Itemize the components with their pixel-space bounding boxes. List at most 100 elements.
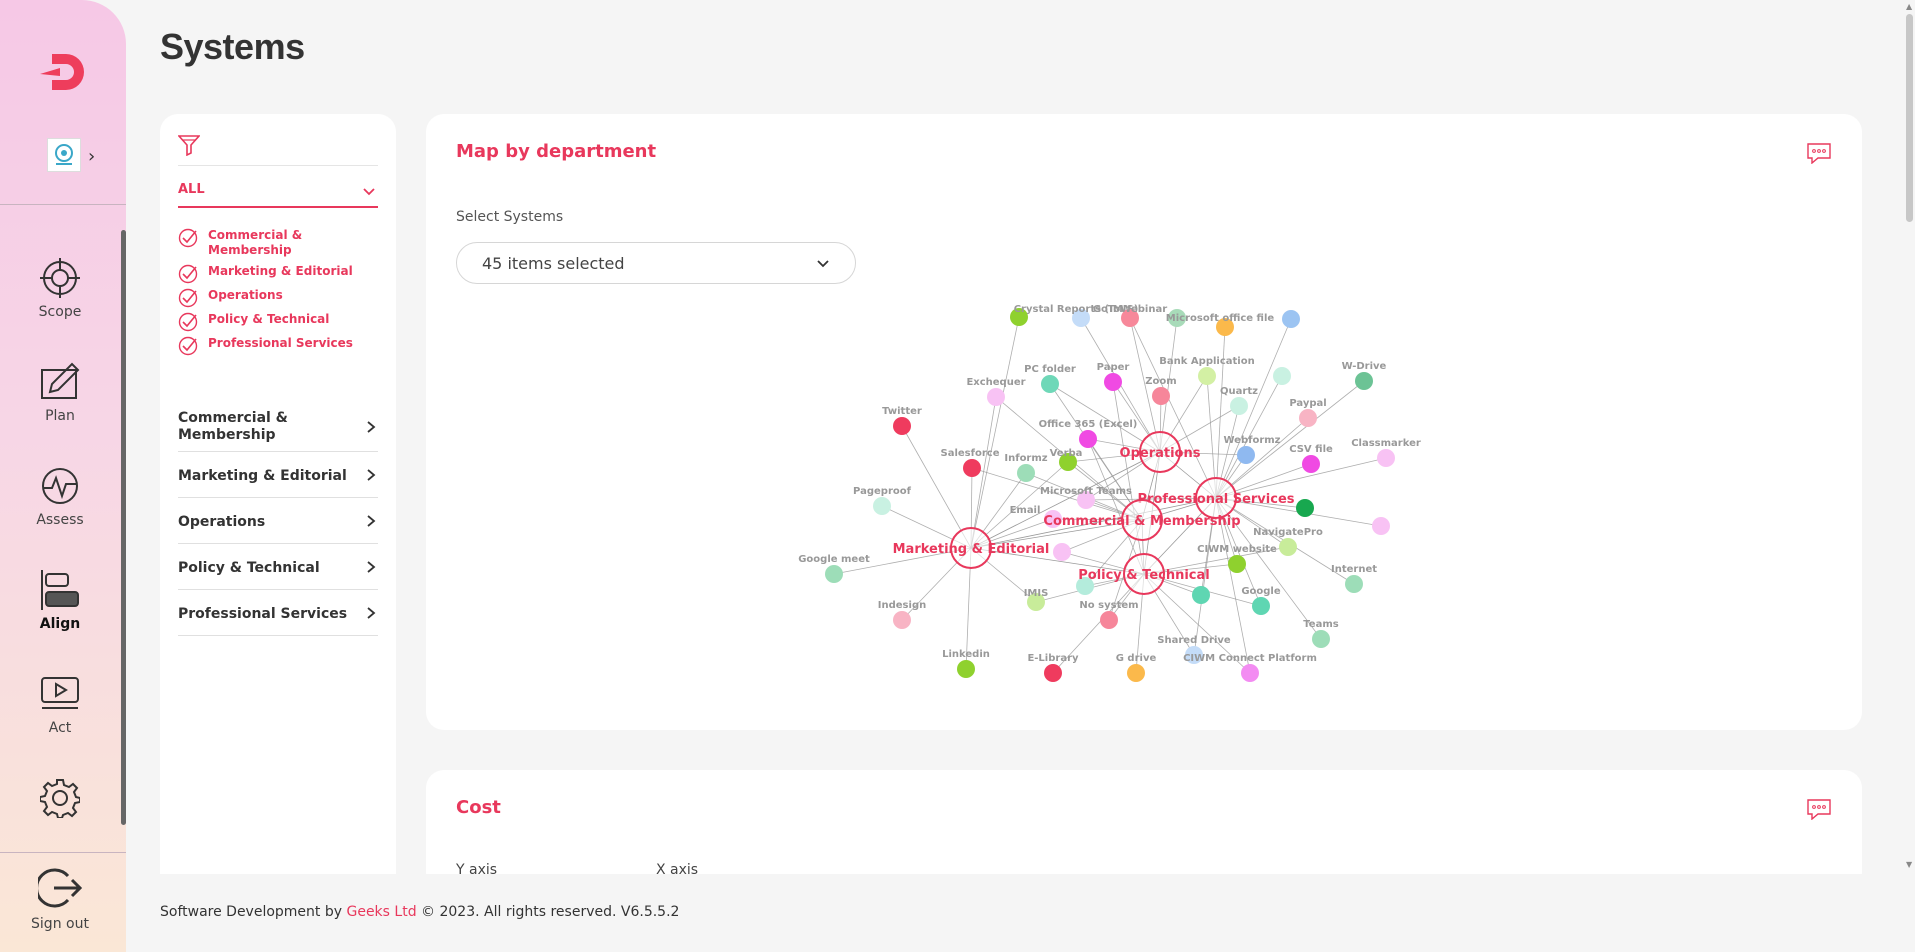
divider: [178, 165, 378, 166]
sidebar-scrollbar[interactable]: [121, 230, 126, 825]
organization-avatar[interactable]: [47, 138, 81, 172]
graph-edge: [1215, 326, 1226, 499]
filter-checkbox-label: Policy & Technical: [208, 312, 330, 326]
nav-label: Scope: [38, 304, 82, 320]
system-node[interactable]: [873, 497, 891, 515]
system-node[interactable]: [1302, 455, 1320, 473]
system-node-label: Quartz: [1220, 386, 1258, 397]
cost-card: Cost Y axis X axis: [426, 770, 1862, 890]
filter-icon[interactable]: [178, 134, 200, 156]
system-node[interactable]: [893, 611, 911, 629]
system-node[interactable]: [1252, 597, 1270, 615]
system-node-label: CSV file: [1289, 444, 1333, 455]
nav-label: Act: [48, 720, 72, 736]
system-node[interactable]: [1152, 387, 1170, 405]
sidebar: › Scope Plan Assess Align Act Sign out: [0, 0, 126, 952]
system-node[interactable]: [1279, 538, 1297, 556]
department-label: Operations: [178, 514, 266, 530]
nav-item-settings[interactable]: [0, 778, 120, 824]
scroll-up-icon[interactable]: ▲: [1906, 2, 1912, 11]
filter-checkbox-commercial[interactable]: Commercial & Membership: [178, 228, 378, 258]
system-node[interactable]: [1273, 367, 1291, 385]
system-node[interactable]: [1044, 664, 1062, 682]
system-node[interactable]: [1041, 375, 1059, 393]
system-node[interactable]: [987, 388, 1005, 406]
system-node-label: Informz: [1004, 453, 1047, 464]
filter-checkbox-label: Operations: [208, 288, 283, 302]
department-row-professional[interactable]: Professional Services: [178, 590, 378, 636]
system-node[interactable]: [1230, 397, 1248, 415]
department-row-operations[interactable]: Operations: [178, 498, 378, 544]
system-node-label: Bank Application: [1159, 356, 1254, 367]
system-node-label: Microsoft office file: [1166, 313, 1275, 324]
department-row-policy[interactable]: Policy & Technical: [178, 544, 378, 590]
system-node-label: G drive: [1116, 653, 1157, 664]
system-node-label: Salesforce: [941, 448, 1000, 459]
all-filter-dropdown[interactable]: ALL: [178, 182, 378, 208]
system-node-label: Email: [1010, 505, 1041, 516]
chevron-down-icon: [363, 188, 375, 196]
graph-nodes: Crystal Reports (IMIS)GoToWebinarMicroso…: [798, 304, 1421, 682]
check-circle-icon: [178, 336, 198, 356]
system-node[interactable]: [1127, 664, 1145, 682]
filter-checkbox-professional[interactable]: Professional Services: [178, 336, 378, 356]
page-scrollbar[interactable]: [1906, 14, 1913, 222]
system-node[interactable]: [1241, 664, 1259, 682]
department-row-commercial[interactable]: Commercial & Membership: [178, 402, 378, 452]
sign-out-label: Sign out: [31, 916, 89, 932]
system-node[interactable]: [1017, 464, 1035, 482]
system-node-label: IMIS: [1024, 588, 1049, 599]
system-node-label: Shared Drive: [1157, 635, 1231, 646]
system-node[interactable]: [1198, 367, 1216, 385]
filter-checkbox-operations[interactable]: Operations: [178, 288, 378, 308]
filter-checkbox-marketing[interactable]: Marketing & Editorial: [178, 264, 378, 284]
system-node[interactable]: [1053, 543, 1071, 561]
comment-icon[interactable]: [1806, 798, 1832, 820]
graph-edge: [1215, 318, 1292, 499]
system-node[interactable]: [893, 417, 911, 435]
system-node-label: Microsoft Teams: [1040, 486, 1132, 497]
system-node[interactable]: [1312, 630, 1330, 648]
nav-item-align[interactable]: Align: [0, 570, 120, 632]
system-node[interactable]: [1192, 586, 1210, 604]
system-node[interactable]: [957, 660, 975, 678]
system-node[interactable]: [825, 565, 843, 583]
sign-out-button[interactable]: Sign out: [0, 866, 120, 932]
system-node-label: Google: [1241, 586, 1281, 597]
department-label: Marketing & Editorial: [178, 468, 347, 484]
nav-label: Assess: [36, 512, 84, 528]
nav-item-assess[interactable]: Assess: [0, 466, 120, 528]
system-node-label: Verba: [1050, 448, 1083, 459]
brand-logo-icon[interactable]: [38, 50, 88, 94]
system-node[interactable]: [1377, 449, 1395, 467]
divider: [0, 852, 126, 853]
system-node[interactable]: [1104, 373, 1122, 391]
nav-item-act[interactable]: Act: [0, 674, 120, 736]
system-node[interactable]: [1372, 517, 1390, 535]
filter-checkbox-policy[interactable]: Policy & Technical: [178, 312, 378, 332]
nav-item-plan[interactable]: Plan: [0, 362, 120, 424]
scroll-down-icon[interactable]: ▼: [1906, 860, 1912, 869]
system-node[interactable]: [1228, 555, 1246, 573]
chevron-right-icon[interactable]: ›: [88, 146, 95, 167]
system-node[interactable]: [1237, 446, 1255, 464]
system-node[interactable]: [1079, 430, 1097, 448]
system-node[interactable]: [963, 459, 981, 477]
check-circle-icon: [178, 288, 198, 308]
system-node[interactable]: [1299, 409, 1317, 427]
all-filter-label: ALL: [178, 182, 205, 197]
system-node[interactable]: [1355, 372, 1373, 390]
system-node-label: Internet: [1331, 564, 1377, 575]
department-network-graph[interactable]: Crystal Reports (IMIS)GoToWebinarMicroso…: [426, 114, 1862, 730]
nav-item-scope[interactable]: Scope: [0, 258, 120, 320]
system-node[interactable]: [1100, 611, 1118, 629]
graph-edge: [1112, 381, 1145, 575]
department-row-marketing[interactable]: Marketing & Editorial: [178, 452, 378, 498]
system-node-label: PC folder: [1024, 364, 1076, 375]
system-node[interactable]: [1296, 499, 1314, 517]
system-node[interactable]: [1345, 575, 1363, 593]
chevron-right-icon: [367, 560, 376, 573]
system-node[interactable]: [1282, 310, 1300, 328]
company-link[interactable]: Geeks Ltd: [346, 904, 416, 920]
system-node-label: Zoom: [1145, 376, 1176, 387]
